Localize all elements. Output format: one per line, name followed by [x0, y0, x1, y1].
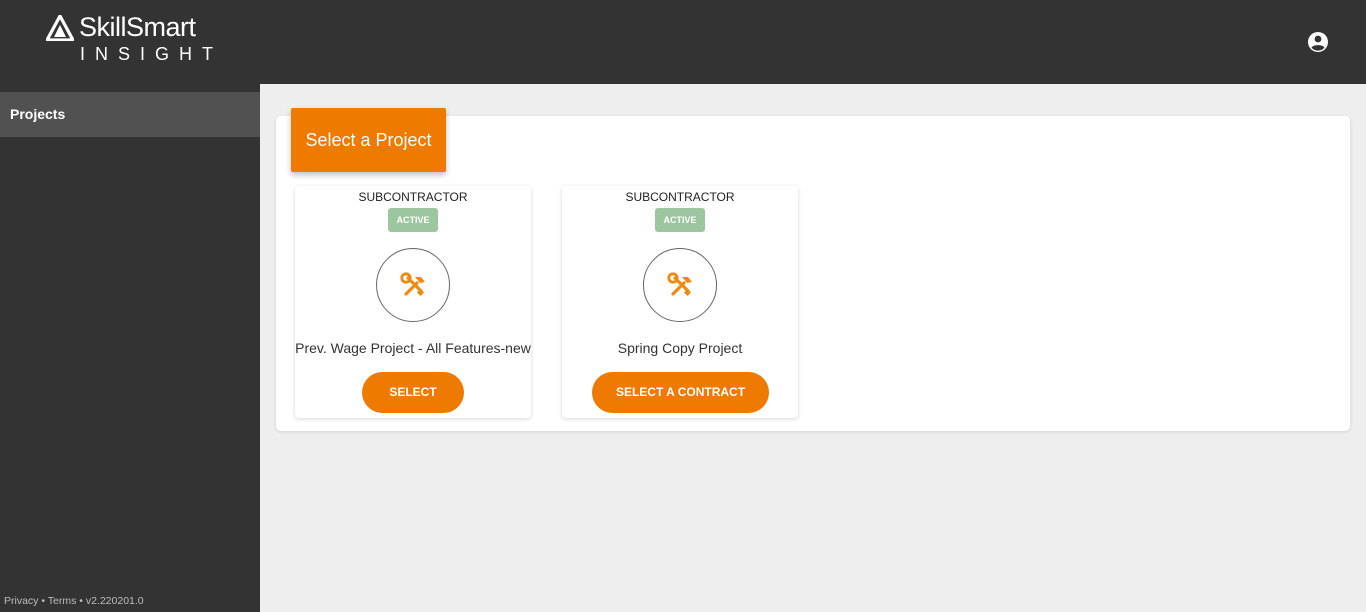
app-header: SkillSmart INSIGHT	[0, 0, 1366, 84]
account-button[interactable]	[1306, 30, 1330, 54]
project-card: SUBCONTRACTOR ACTIVE Prev. Wage Project …	[295, 186, 531, 418]
project-role: SUBCONTRACTOR	[625, 190, 735, 204]
sidebar-item-label: Projects	[10, 106, 66, 122]
project-card: SUBCONTRACTOR ACTIVE Spring Copy Project…	[562, 186, 798, 418]
logo-text: SkillSmart	[79, 12, 196, 42]
select-button[interactable]: SELECT	[362, 372, 464, 413]
tools-icon	[400, 272, 425, 297]
logo-triangle-icon	[46, 15, 74, 41]
project-icon-circle	[643, 248, 717, 322]
sidebar-item-projects[interactable]: Projects	[0, 92, 260, 137]
account-circle-icon	[1308, 32, 1328, 52]
skillsmart-logo[interactable]: SkillSmart INSIGHT	[46, 12, 226, 66]
project-icon-circle	[376, 248, 450, 322]
status-badge: ACTIVE	[388, 208, 438, 232]
select-contract-button[interactable]: SELECT A CONTRACT	[592, 372, 769, 413]
sidebar-footer[interactable]: Privacy • Terms • v2.220201.0	[4, 595, 144, 607]
project-name: Prev. Wage Project - All Features-new	[295, 340, 531, 356]
status-badge: ACTIVE	[655, 208, 705, 232]
page-title: Select a Project	[291, 108, 446, 172]
project-name: Spring Copy Project	[617, 340, 743, 356]
logo-subtext: INSIGHT	[80, 44, 224, 64]
sidebar: Projects Privacy • Terms • v2.220201.0	[0, 84, 260, 612]
project-role: SUBCONTRACTOR	[358, 190, 468, 204]
tools-icon	[667, 272, 692, 297]
